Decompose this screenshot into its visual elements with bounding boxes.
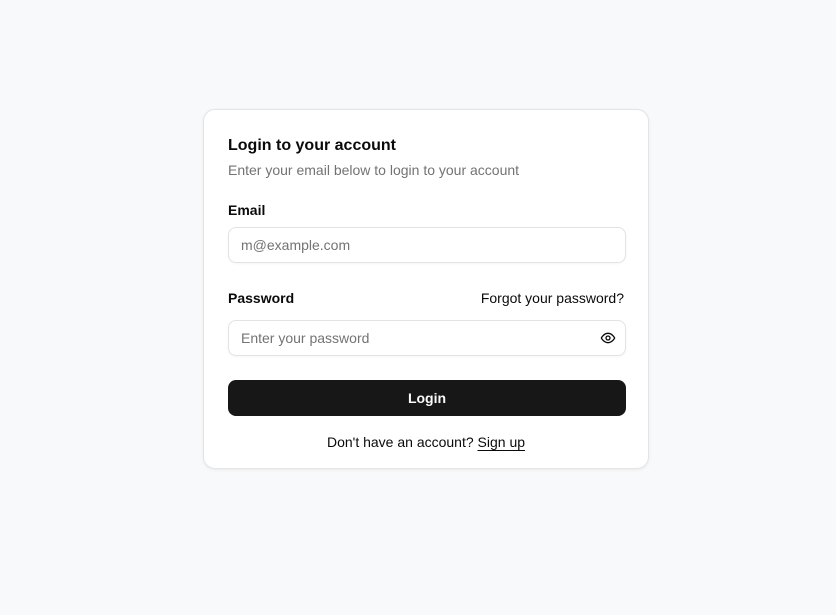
- card-title: Login to your account: [228, 137, 396, 154]
- email-input[interactable]: [229, 228, 625, 262]
- login-card: Login to your account Enter your email b…: [203, 109, 649, 469]
- login-button[interactable]: Login: [228, 380, 626, 416]
- forgot-password-link[interactable]: Forgot your password?: [481, 289, 624, 307]
- card-subtitle: Enter your email below to login to your …: [228, 162, 520, 178]
- email-field-wrapper: [228, 227, 626, 263]
- signup-row: Don't have an account? Sign up: [228, 433, 624, 451]
- password-label-row: Password Forgot your password?: [228, 289, 624, 307]
- password-label: Password: [228, 290, 295, 306]
- signup-link[interactable]: Sign up: [478, 434, 525, 450]
- signup-prompt: Don't have an account?: [326, 434, 478, 450]
- password-input[interactable]: [229, 321, 625, 355]
- password-field-wrapper: [228, 320, 626, 356]
- eye-icon[interactable]: [600, 330, 616, 346]
- email-label: Email: [228, 202, 266, 218]
